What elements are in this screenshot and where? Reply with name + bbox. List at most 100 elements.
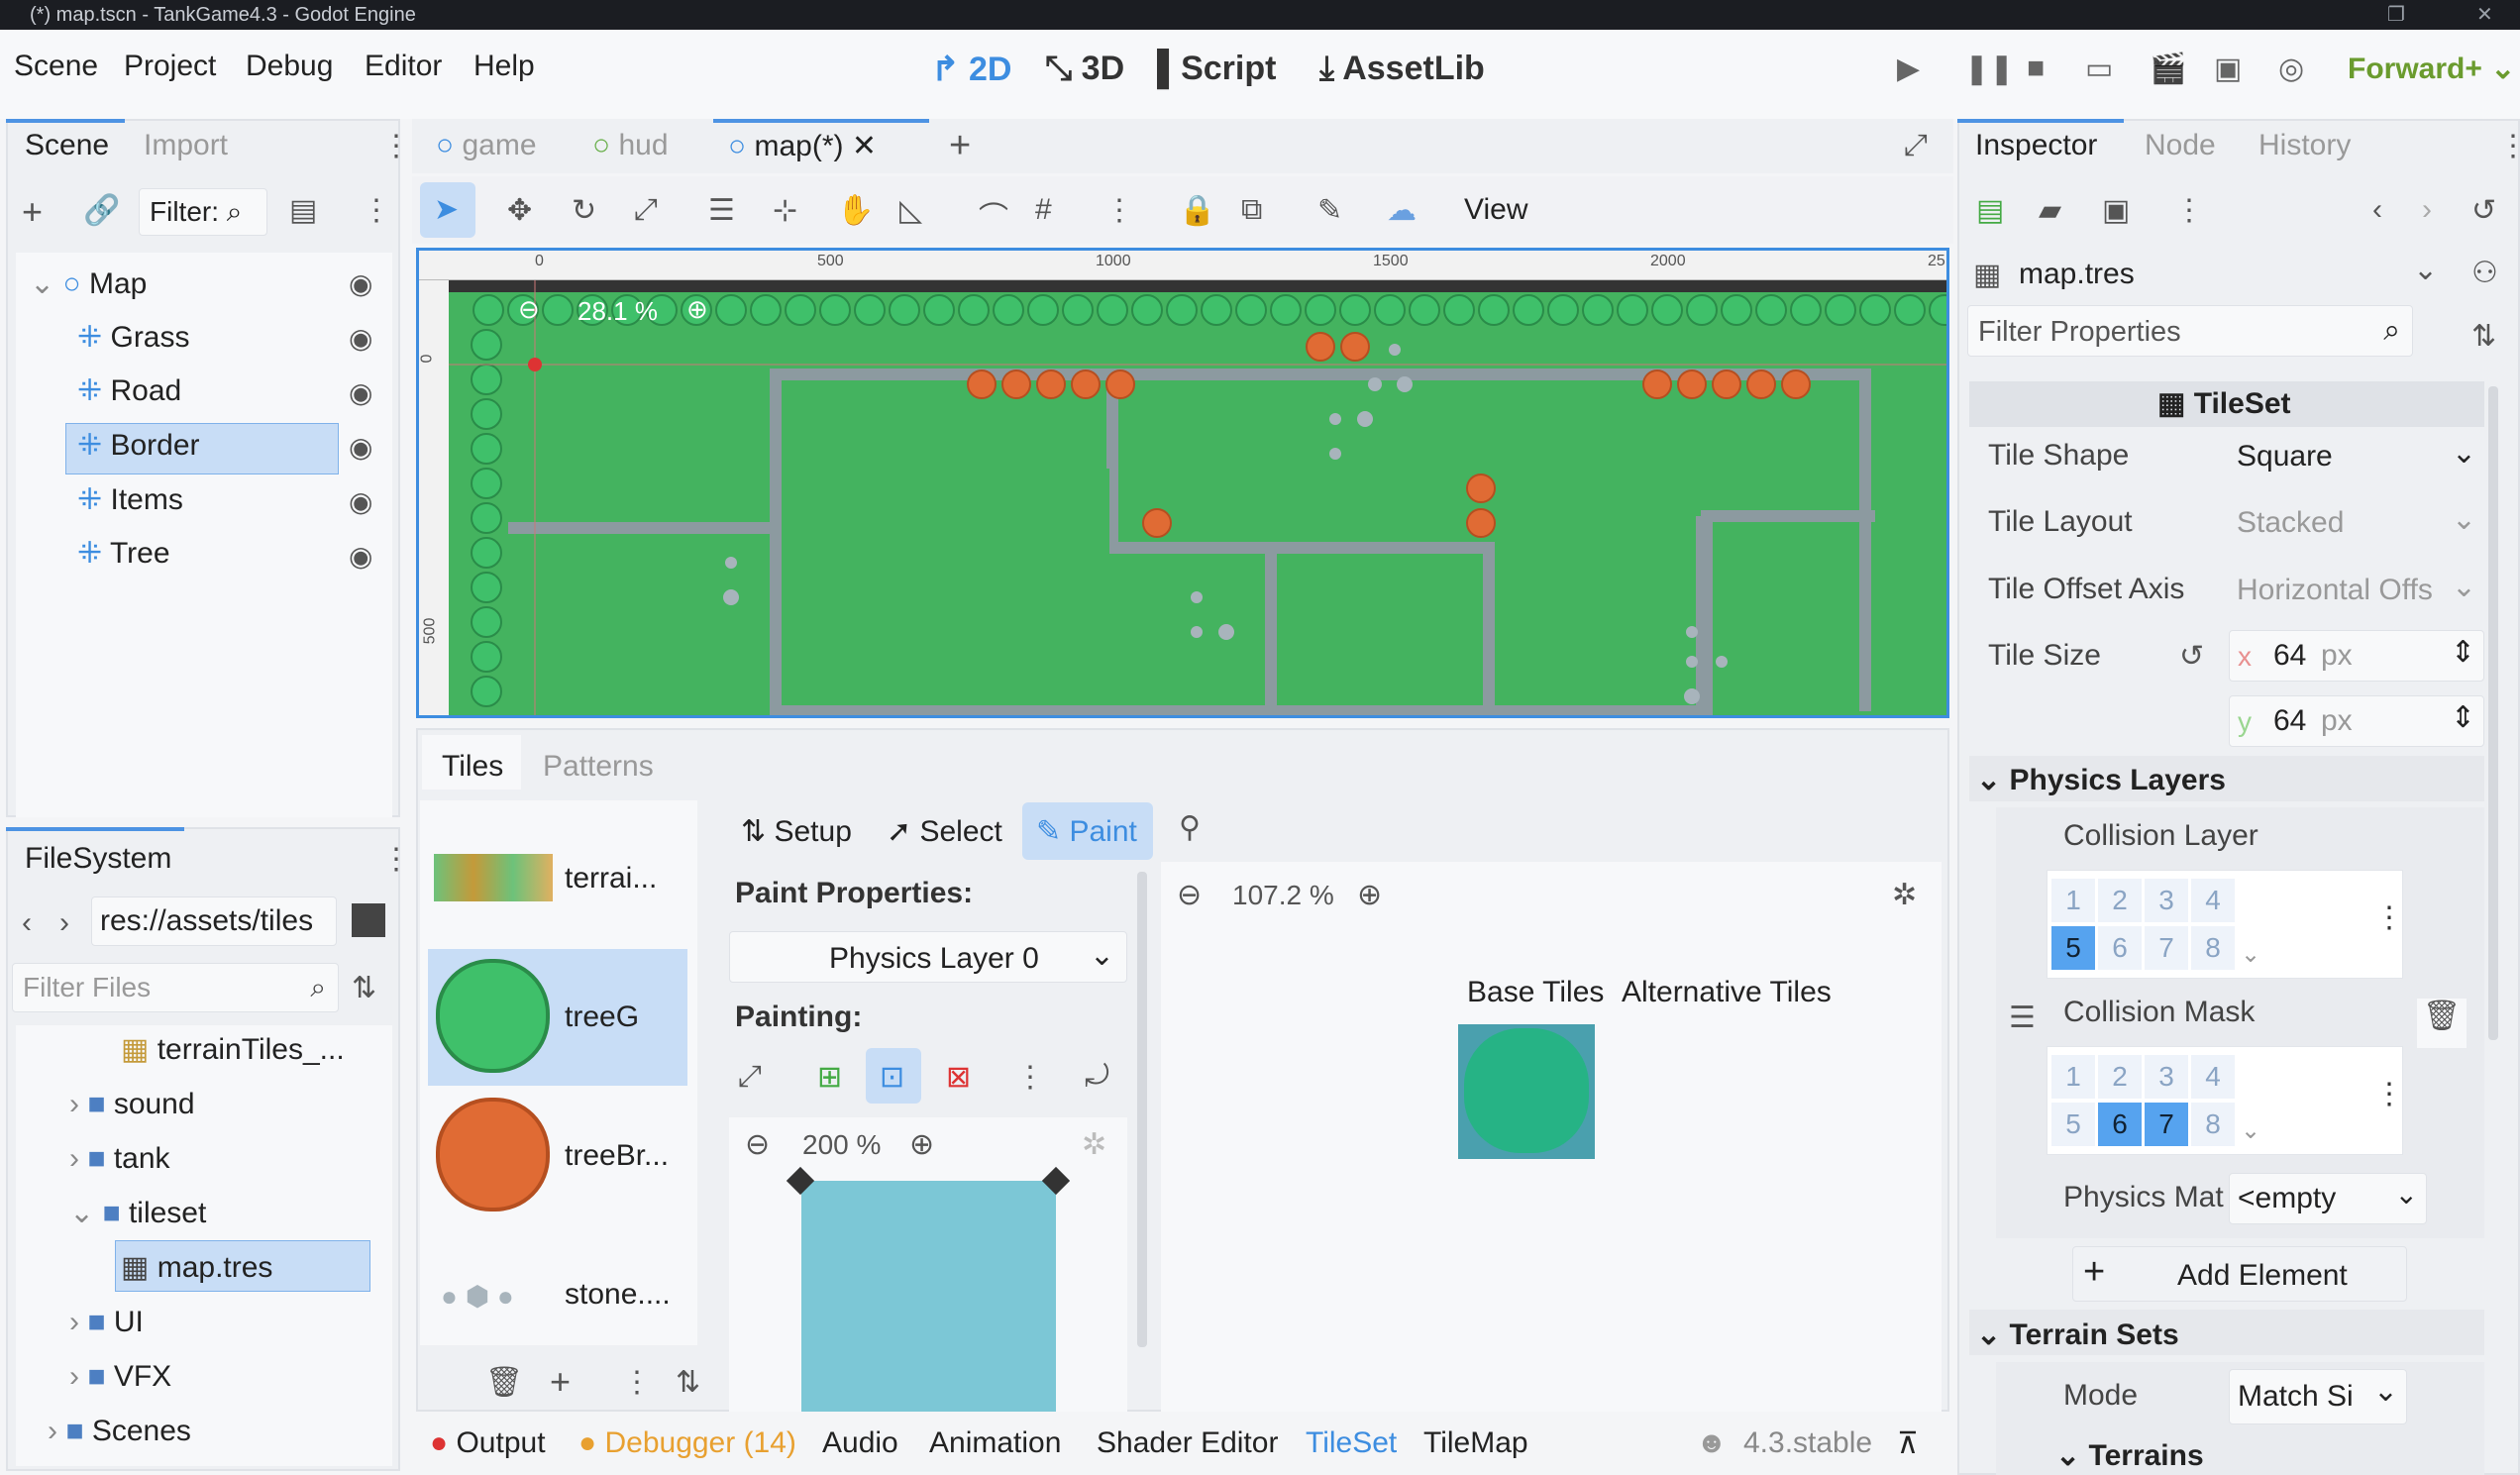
center-view-icon[interactable]: ✲ [1082, 1127, 1106, 1162]
atlas-zoom-out-icon[interactable]: ⊖ [1177, 878, 1202, 912]
mask-bit[interactable]: 5 [2051, 1103, 2095, 1146]
new-resource-icon[interactable]: ▤ [1976, 193, 2004, 228]
menu-scene[interactable]: Scene [14, 50, 98, 83]
pause-icon[interactable]: ❚❚ [1964, 52, 2014, 86]
dock-menu-icon[interactable]: ⋮ [381, 129, 411, 163]
bone-icon[interactable]: ✎ [1317, 193, 1342, 228]
collision-shape-polygon[interactable] [801, 1181, 1056, 1412]
tile-layout-select[interactable]: Stacked ⌄ [2229, 498, 2484, 550]
bottom-tab-audio[interactable]: Audio [822, 1426, 898, 1460]
bottom-tab-animation[interactable]: Animation [929, 1426, 1061, 1460]
add-tab-icon[interactable]: + [949, 125, 971, 167]
visibility-eye-icon[interactable]: ◉ [349, 431, 372, 464]
resource-name[interactable]: map.tres [2019, 258, 2135, 291]
atlas-zoom-in-icon[interactable]: ⊕ [1357, 878, 1382, 912]
script-icon[interactable]: ▤ [289, 193, 317, 228]
bottom-tab-shader-editor[interactable]: Shader Editor [1097, 1426, 1278, 1460]
preview-zoom-in-icon[interactable]: ⊕ [909, 1127, 934, 1162]
tile-size-y-field[interactable]: y 64 px ⇕ [2229, 695, 2484, 747]
play-custom-icon[interactable]: ▣ [2214, 52, 2242, 86]
select-tool-button[interactable]: ➤ [420, 182, 475, 238]
source-sort-icon[interactable]: ⇅ [676, 1365, 700, 1400]
folder-scenes[interactable]: › ■ Scenes [48, 1407, 191, 1456]
mode-2d-button[interactable]: ↱ 2D [931, 50, 1011, 89]
tab-import[interactable]: Import [144, 129, 228, 162]
resource-menu-icon[interactable]: ⋮ [2174, 193, 2204, 228]
mask-menu-icon[interactable]: ⋮ [2374, 1077, 2404, 1111]
zoom-out-icon[interactable]: ⊖ [518, 294, 540, 325]
restore-icon[interactable]: ❐ [2387, 0, 2405, 30]
close-window-icon[interactable]: ✕ [2476, 0, 2493, 30]
erase-shape-icon[interactable]: ⊠ [946, 1060, 971, 1095]
zoom-in-icon[interactable]: ⊕ [686, 294, 708, 325]
mode-3d-button[interactable]: ⤡ 3D [1045, 50, 1124, 88]
tab-node[interactable]: Node [2145, 129, 2216, 162]
path-field[interactable]: res://assets/tiles [91, 896, 337, 946]
setup-button[interactable]: ⇅ Setup [741, 814, 852, 849]
lock-icon[interactable]: 🔒 [1179, 193, 1215, 228]
physics-layers-section[interactable]: ⌄ Physics Layers [1976, 763, 2226, 797]
visibility-eye-icon[interactable]: ◉ [349, 540, 372, 573]
layer-bit[interactable]: 6 [2098, 926, 2142, 970]
tile-shape-select[interactable]: Square ⌄ [2229, 432, 2484, 483]
pivot-icon[interactable]: ⊹ [773, 193, 797, 228]
link-icon[interactable]: 🔗 [83, 193, 120, 228]
mask-bit[interactable]: 3 [2145, 1055, 2188, 1099]
smart-snap-icon[interactable]: ⌒ [979, 193, 1008, 237]
remote-debug-icon[interactable]: ▭ [2085, 52, 2113, 86]
save-resource-icon[interactable]: ▣ [2102, 193, 2130, 228]
pan-tool-icon[interactable]: ✋ [837, 193, 874, 228]
mode-script-button[interactable]: ▌Script [1157, 50, 1276, 88]
rotate-tool-icon[interactable]: ↻ [572, 193, 596, 228]
layer-bit[interactable]: 5 [2051, 926, 2095, 970]
tab-hud[interactable]: ○ hud [592, 129, 669, 162]
layer-bit[interactable]: 7 [2145, 926, 2188, 970]
tab-history[interactable]: History [2258, 129, 2351, 162]
terrain-mode-select[interactable]: Match Si ⌄ [2229, 1369, 2407, 1424]
play-icon[interactable]: ▶ [1897, 52, 1920, 86]
scene-node-road[interactable]: ⁜ Road [77, 367, 181, 416]
mask-bit[interactable]: 6 [2098, 1103, 2142, 1146]
panel-scrollbar[interactable] [1137, 872, 1147, 1347]
select-button[interactable]: ➚ Select [887, 814, 1002, 849]
collision-layer-bits[interactable]: 1 2 3 4 5 6 7 8 ⌄ ⋮ [2047, 870, 2404, 979]
mode-assetlib-button[interactable]: ⤓ AssetLib [1319, 50, 1485, 88]
drag-handle-icon[interactable]: ☰ [2009, 1001, 2036, 1035]
menu-debug[interactable]: Debug [246, 50, 333, 83]
filter-properties-input[interactable]: Filter Properties ⌕ [1967, 305, 2413, 357]
inspector-scrollbar[interactable] [2488, 386, 2498, 1040]
visibility-eye-icon[interactable]: ◉ [349, 322, 372, 355]
add-element-button[interactable]: + Add Element [2072, 1246, 2407, 1302]
menu-help[interactable]: Help [473, 50, 535, 83]
split-view-icon[interactable] [352, 903, 385, 937]
group-icon[interactable]: ⧉ [1241, 193, 1262, 227]
source-menu-icon[interactable]: ⋮ [622, 1365, 652, 1400]
mask-bit[interactable]: 2 [2098, 1055, 2142, 1099]
scene-node-tree[interactable]: ⁜ Tree [77, 529, 170, 579]
layer-bit[interactable]: 3 [2145, 879, 2188, 922]
add-shape-icon[interactable]: ⊞ [817, 1060, 842, 1095]
tab-scene[interactable]: Scene [25, 129, 109, 162]
tab-game[interactable]: ○ game [436, 129, 537, 162]
expand-icon[interactable]: ⤢ [738, 1060, 762, 1094]
paint-tool-button[interactable]: ⊡ [866, 1048, 921, 1104]
forward-icon[interactable]: › [59, 906, 69, 940]
menu-project[interactable]: Project [124, 50, 216, 83]
painting-menu-icon[interactable]: ⋮ [1015, 1060, 1045, 1095]
scene-node-items[interactable]: ⁜ Items [77, 475, 183, 525]
visibility-eye-icon[interactable]: ◉ [349, 376, 372, 409]
scene-node-map[interactable]: ⌄ ○ Map [30, 260, 147, 309]
scene-filter-input[interactable]: Filter: ⌕ [139, 188, 267, 236]
scale-tool-icon[interactable]: ⤢ [634, 193, 658, 227]
open-resource-icon[interactable]: ▰ [2039, 193, 2061, 228]
folder-sound[interactable]: › ■ sound [69, 1080, 195, 1129]
layer-bit[interactable]: 1 [2051, 879, 2095, 922]
tile-source-treeg[interactable]: treeG [565, 1001, 639, 1034]
back-icon[interactable]: ‹ [22, 906, 32, 940]
layer-menu-icon[interactable]: ⋮ [2374, 900, 2404, 935]
bottom-tab-debugger[interactable]: ● Debugger (14) [578, 1426, 796, 1460]
node-tree-icon[interactable]: ⚇ [2471, 256, 2498, 290]
tab-filesystem[interactable]: FileSystem [25, 842, 171, 876]
move-tool-icon[interactable]: ✥ [507, 193, 532, 228]
scene-node-grass[interactable]: ⁜ Grass [77, 313, 190, 363]
